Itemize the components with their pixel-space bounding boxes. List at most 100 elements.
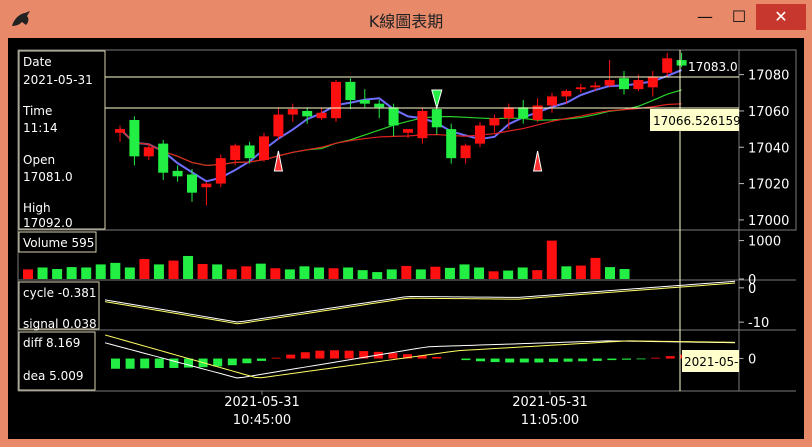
macd-histogram-bar (315, 350, 325, 359)
macd-histogram-bar (300, 352, 310, 359)
volume-bar (299, 266, 310, 279)
volume-bar (357, 270, 368, 279)
last-price-readout: 17083.0 (688, 60, 738, 74)
candle-body (259, 136, 269, 160)
volume-bar (197, 264, 208, 279)
volume-bar (168, 260, 179, 279)
sell-signal-marker (431, 89, 443, 110)
candle-body (518, 107, 529, 119)
macd-histogram-bar (578, 358, 588, 362)
candle-body (489, 118, 500, 126)
candle-body (676, 60, 687, 66)
macd-histogram-bar (286, 354, 296, 359)
price-tick-label: 17040 (748, 141, 789, 156)
volume-tick-label: 1000 (748, 235, 781, 250)
price-readout: 17066.5261591 (653, 114, 748, 128)
candle-body (187, 174, 197, 193)
candle-body (359, 100, 370, 104)
macd-histogram-bar (432, 356, 442, 359)
volume-bar (270, 268, 281, 279)
volume-bar (37, 267, 48, 279)
dea-line (104, 334, 736, 379)
macd-histogram-bar (213, 358, 223, 367)
candle-body (604, 80, 615, 86)
candle-body (302, 110, 313, 117)
volume-bar (66, 267, 77, 279)
volume-bar (81, 267, 92, 279)
candle-body (129, 120, 140, 157)
cycle-axis: 0 -10 (739, 282, 769, 331)
candle-body (331, 81, 341, 119)
buy-signal-marker (273, 150, 284, 172)
macd-histogram-bar (549, 358, 558, 363)
volume-bar (284, 269, 295, 279)
macd-histogram-bar (563, 358, 573, 362)
candle-body (503, 107, 514, 119)
price-tick-label: 17000 (748, 214, 789, 229)
candle-body (316, 112, 327, 119)
volume-bar (124, 267, 135, 279)
time-label: Time (22, 104, 52, 118)
volume-bar (503, 270, 514, 279)
macd-histogram-bar (227, 358, 237, 366)
volume-bar (619, 269, 630, 279)
candle-body (172, 170, 183, 177)
high-value: 17092.0 (23, 216, 73, 230)
macd-histogram-bar (651, 357, 661, 359)
title-bar[interactable]: K線圖表期 — ☐ ✕ (0, 0, 812, 38)
volume-bar (532, 270, 543, 279)
candle-body (374, 103, 385, 108)
volume-bar (226, 269, 237, 279)
volume-bar (488, 271, 499, 279)
macd-histogram-bar (636, 358, 646, 360)
close-button[interactable]: ✕ (756, 4, 806, 30)
volume-bar (314, 267, 324, 279)
volume-bar (561, 266, 572, 279)
candle-body (647, 76, 658, 88)
minimize-button[interactable]: — (688, 4, 722, 30)
x-tick-time: 10:45:00 (233, 413, 291, 428)
x-tick-date: 2021-05-31 (224, 395, 300, 410)
candle-body (345, 81, 356, 101)
cycle-label: cycle -0.381 (23, 286, 97, 300)
macd-histogram-bar (476, 358, 485, 362)
candle-body (619, 78, 629, 90)
volume-bar (517, 267, 528, 279)
maximize-button[interactable]: ☐ (722, 4, 756, 30)
kline-chart[interactable]: Date 2021-05-31 Time 11:14 Open 17081.0 … (8, 38, 804, 439)
high-label: High (23, 201, 51, 215)
volume-bar (459, 264, 470, 279)
candle-body (633, 80, 644, 90)
cycle-signal-line (104, 280, 736, 323)
x-tick-date: 2021-05-31 (512, 395, 588, 410)
cycle-line (104, 282, 736, 325)
macd-histogram-bar (461, 358, 471, 361)
ma-mid-line (119, 89, 682, 167)
date-readout: 2021-05-3 (684, 355, 746, 369)
window: K線圖表期 — ☐ ✕ Date 2021-05-31 Time 11:14 O… (0, 0, 812, 447)
macd-tick-label: 0 (748, 353, 756, 368)
volume-bar (546, 240, 557, 279)
cycle-tick-label: 0 (748, 282, 756, 297)
candle-body (417, 110, 428, 139)
chart-area[interactable]: Date 2021-05-31 Time 11:14 Open 17081.0 … (8, 38, 804, 439)
candle-body (215, 158, 226, 184)
candle-body (273, 114, 284, 137)
candle-body (561, 90, 572, 97)
price-tick-label: 17080 (748, 69, 789, 84)
candle-body (431, 109, 442, 128)
volume-bar (343, 267, 354, 279)
volume-bar (605, 267, 615, 279)
price-axis: 17080 17060 17040 17020 17000 (739, 69, 789, 229)
volume-bar (386, 269, 397, 279)
candle-body (575, 87, 586, 90)
volume-bar (23, 269, 33, 279)
volume-bar (95, 264, 106, 279)
candle-body (403, 129, 413, 133)
volume-bar (474, 267, 485, 279)
macd-histogram-bar (257, 358, 266, 361)
volume-bar (372, 272, 383, 279)
volume-bar (153, 264, 164, 279)
macd-histogram-bar (607, 358, 617, 361)
macd-histogram-bar (111, 358, 120, 369)
